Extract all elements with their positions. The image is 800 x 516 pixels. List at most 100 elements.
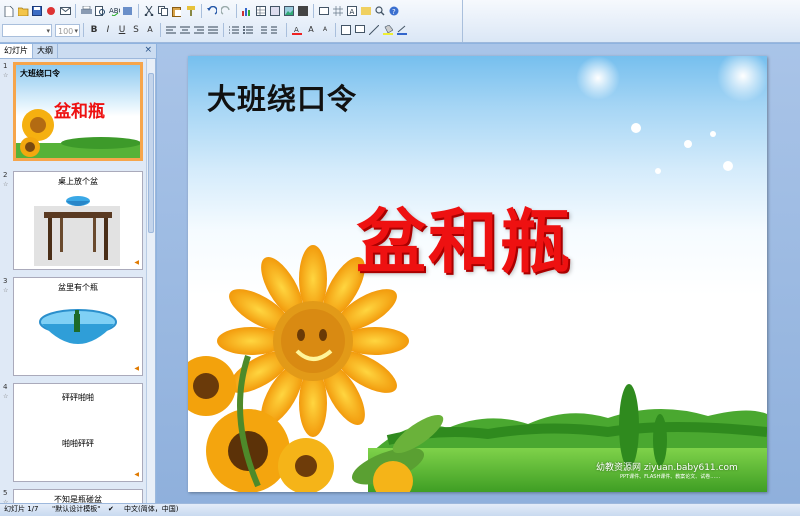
email-icon[interactable] xyxy=(59,5,71,17)
font-name-combo[interactable] xyxy=(2,23,52,38)
thumbnail-slide-5[interactable]: 不知是瓶碰盆 xyxy=(13,489,143,503)
draw-line-icon[interactable] xyxy=(368,24,380,36)
fill-color-icon[interactable] xyxy=(382,24,394,36)
table-with-basin-image xyxy=(34,196,120,266)
toolbar: ABC A ? 100 B I U S A xyxy=(0,0,800,43)
toolbar-separator xyxy=(223,23,224,37)
thumbnail-slide-2[interactable]: 桌上放个盆 ◀ xyxy=(13,171,143,270)
new-slide-icon[interactable] xyxy=(354,24,366,36)
permission-icon[interactable] xyxy=(45,5,57,17)
help-icon[interactable]: ? xyxy=(388,5,400,17)
thumbnail-title: 盆里有个瓶 xyxy=(58,283,98,292)
bullets-icon[interactable] xyxy=(242,24,254,36)
numbering-icon[interactable] xyxy=(228,24,240,36)
slide-counter: 幻灯片 1/7 xyxy=(4,505,39,513)
scrollbar-thumb[interactable] xyxy=(148,73,154,233)
insert-chart-icon[interactable] xyxy=(241,5,253,17)
save-icon[interactable] xyxy=(31,5,43,17)
align-center-icon[interactable] xyxy=(179,24,191,36)
thumbnail-number: 4 xyxy=(3,383,8,391)
line-color-icon[interactable] xyxy=(396,24,408,36)
panel-close-icon[interactable]: × xyxy=(144,44,152,57)
increase-font-icon[interactable]: A xyxy=(305,24,317,36)
print-icon[interactable] xyxy=(80,5,92,17)
font-color-icon[interactable]: A xyxy=(291,24,303,36)
copy-icon[interactable] xyxy=(157,5,169,17)
text-box-icon[interactable]: A xyxy=(346,5,358,17)
spelling-icon[interactable]: ABC xyxy=(108,5,120,17)
cut-icon[interactable] xyxy=(143,5,155,17)
tab-slides[interactable]: 幻灯片 xyxy=(0,44,33,58)
thumbnail-row-1: 1 ☆ 大班绕口令 盆和瓶 xyxy=(0,62,148,162)
increase-indent-icon[interactable] xyxy=(270,24,282,36)
undo-icon[interactable] xyxy=(206,5,218,17)
sound-icon: ◀ xyxy=(134,259,139,266)
underline-icon[interactable]: U xyxy=(116,24,128,36)
watermark-subtext: PPT课件、FLASH课件、教案论文、试卷…… xyxy=(620,474,721,480)
current-slide[interactable]: 大班绕口令 盆和瓶 幼教资源网 ziyuan.baby611.com PPT课件… xyxy=(188,56,767,492)
justify-icon[interactable] xyxy=(207,24,219,36)
tab-outline[interactable]: 大纲 xyxy=(33,44,58,58)
animation-icon: ☆ xyxy=(3,181,9,188)
slide-thumbnails: 1 ☆ 大班绕口令 盆和瓶 2 ☆ 桌上放个盆 ◀ 3 ☆ 盆里有个瓶 ◀ 4 … xyxy=(0,59,148,503)
slide-heading[interactable]: 大班绕口令 xyxy=(207,76,357,118)
toolbar-separator xyxy=(313,4,314,18)
thumbnail-row-4: 4 ☆ 砰砰啪啪 啪啪砰砰 ◀ xyxy=(0,383,148,483)
svg-text:A: A xyxy=(350,8,355,16)
slides-panel: 幻灯片 大纲 × 1 ☆ 大班绕口令 盆和瓶 2 ☆ 桌上放个盆 ◀ 3 ☆ 盆… xyxy=(0,44,156,503)
print-preview-icon[interactable] xyxy=(94,5,106,17)
thumbnail-number: 5 xyxy=(3,489,8,497)
toolbar-separator xyxy=(83,23,84,37)
thumbnail-slide-3[interactable]: 盆里有个瓶 ◀ xyxy=(13,277,143,376)
thumbnail-title: 砰砰啪啪 xyxy=(62,393,94,402)
thumbnail-line: 啪啪砰砰 xyxy=(62,439,94,448)
sound-icon: ◀ xyxy=(134,365,139,372)
language-indicator: 中文(简体，中国) xyxy=(124,505,179,513)
color-grayscale-icon[interactable] xyxy=(297,5,309,17)
slide-editing-area: 大班绕口令 盆和瓶 幼教资源网 ziyuan.baby611.com PPT课件… xyxy=(157,44,800,503)
svg-text:?: ? xyxy=(392,8,396,16)
thumbnail-slide-1[interactable]: 大班绕口令 盆和瓶 xyxy=(13,62,143,161)
thumbnail-row-2: 2 ☆ 桌上放个盆 ◀ xyxy=(0,171,148,271)
slide-title[interactable]: 盆和瓶 xyxy=(356,186,572,287)
open-icon[interactable] xyxy=(17,5,29,17)
insert-picture-icon[interactable] xyxy=(283,5,295,17)
italic-icon[interactable]: I xyxy=(102,24,114,36)
design-icon[interactable] xyxy=(340,24,352,36)
animation-icon: ☆ xyxy=(3,287,9,294)
basin-with-bottle-image xyxy=(39,309,117,344)
thumbnails-scrollbar[interactable] xyxy=(146,59,155,503)
insert-table-icon[interactable] xyxy=(255,5,267,17)
toolbar-separator xyxy=(160,23,161,37)
thumbnail-number: 3 xyxy=(3,277,8,285)
font-grow-icon[interactable]: A xyxy=(144,24,156,36)
redo-icon[interactable] xyxy=(220,5,232,17)
tables-borders-icon[interactable] xyxy=(269,5,281,17)
research-icon[interactable] xyxy=(122,5,134,17)
sparkle-icon xyxy=(576,56,767,174)
toolbar-separator xyxy=(138,4,139,18)
thumbnail-slide-4[interactable]: 砰砰啪啪 啪啪砰砰 ◀ xyxy=(13,383,143,482)
toolbar-separator xyxy=(201,4,202,18)
thumbnail-number: 1 xyxy=(3,62,8,70)
spell-check-icon[interactable]: ✔ xyxy=(108,504,114,515)
zoom-icon[interactable] xyxy=(374,5,386,17)
align-right-icon[interactable] xyxy=(193,24,205,36)
align-left-icon[interactable] xyxy=(165,24,177,36)
toolbar-separator xyxy=(75,4,76,18)
thumbnail-row-5: 5 ☆ 不知是瓶碰盆 xyxy=(0,489,148,503)
font-size-combo[interactable]: 100 xyxy=(55,23,80,38)
format-painter-icon[interactable] xyxy=(185,5,197,17)
toolbar-separator xyxy=(236,4,237,18)
decrease-indent-icon[interactable] xyxy=(256,24,268,36)
bold-icon[interactable]: B xyxy=(88,24,100,36)
shadow-icon[interactable]: S xyxy=(130,24,142,36)
wordart-icon[interactable] xyxy=(360,5,372,17)
toolbar-separator xyxy=(335,23,336,37)
sound-icon: ◀ xyxy=(134,471,139,478)
show-formatting-icon[interactable] xyxy=(318,5,330,17)
new-icon[interactable] xyxy=(3,5,15,17)
show-grid-icon[interactable] xyxy=(332,5,344,17)
decrease-font-icon[interactable]: A xyxy=(319,24,331,36)
paste-icon[interactable] xyxy=(171,5,183,17)
